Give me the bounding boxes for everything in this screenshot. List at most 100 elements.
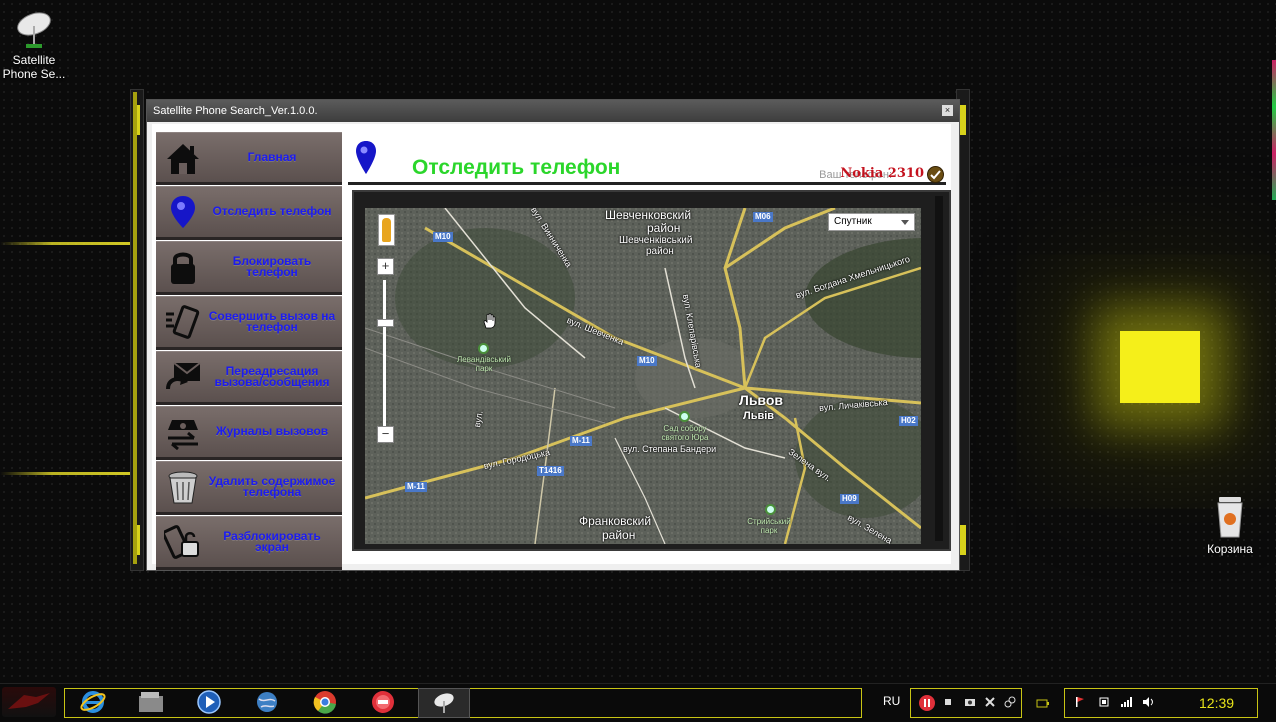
zoom-slider-track[interactable] xyxy=(383,280,386,430)
close-button[interactable]: × xyxy=(942,105,953,116)
taskbar-satellite-app-button[interactable] xyxy=(418,688,470,718)
road-badge: T1416 xyxy=(537,466,564,476)
road-badge: H09 xyxy=(840,494,859,504)
location-pin-icon xyxy=(356,141,376,174)
road-badge: M10 xyxy=(433,232,453,242)
satellite-dish-icon xyxy=(434,693,454,713)
map-panel: Шевченковский район Шевченківський район… xyxy=(352,190,951,551)
desktop-icon-recycle-bin[interactable]: Корзина xyxy=(1198,495,1262,556)
poi-marker[interactable] xyxy=(478,343,489,354)
sidebar-item-label: Главная xyxy=(247,150,297,164)
sidebar-item-label: Журналы вызовов xyxy=(215,424,329,438)
map-label-street: вул. Степана Бандери xyxy=(623,444,717,454)
sidebar-item-home[interactable]: Главная xyxy=(156,132,342,185)
zoom-out-button[interactable]: − xyxy=(377,426,394,443)
sidebar-item-track[interactable]: Отследить телефон xyxy=(156,186,342,240)
media-player-icon xyxy=(197,690,221,714)
taskbar: RU 12:39 xyxy=(0,683,1276,721)
poi-marker[interactable] xyxy=(765,504,776,515)
road-badge: H02 xyxy=(899,416,918,426)
zoom-in-button[interactable]: + xyxy=(377,258,394,275)
sidebar-item-label: Отследить телефон xyxy=(212,204,332,218)
map-label-district: Шевченківський xyxy=(619,235,693,246)
internet-explorer-icon xyxy=(80,691,106,713)
start-logo-icon xyxy=(8,693,50,709)
signal-icon[interactable] xyxy=(1120,696,1132,708)
taskbar-record-button[interactable] xyxy=(366,688,400,716)
page-header: Отследить телефон Ваш телефон: Nokia 231… xyxy=(348,132,946,185)
poi-label: Сад собору святого Юра xyxy=(661,424,709,442)
sidebar-item-label: Переадресация вызова/сообщения xyxy=(214,363,330,389)
home-icon xyxy=(167,144,199,174)
language-indicator[interactable]: RU xyxy=(883,694,900,708)
sidebar-item-label: Блокировать телефон xyxy=(232,253,312,279)
taskbar-ie-button[interactable] xyxy=(76,688,110,716)
poi-label: Левандівський парк xyxy=(457,355,511,373)
tools-icon[interactable] xyxy=(984,696,996,708)
map-label-district: Франковский xyxy=(579,514,652,528)
pause-icon[interactable] xyxy=(918,694,936,712)
trash-icon xyxy=(168,471,198,504)
desktop-icon-label: Satellite Phone Se... xyxy=(2,53,66,81)
hand-cursor-icon xyxy=(483,313,496,329)
sidebar-item-call-log[interactable]: Журналы вызовов xyxy=(156,406,342,460)
taskbar-network-button[interactable] xyxy=(250,688,284,716)
map-label-district: район xyxy=(646,246,674,257)
phone-model: Nokia 2310 xyxy=(840,166,924,181)
camera-icon[interactable] xyxy=(964,696,976,708)
action-center-flag-icon[interactable] xyxy=(1074,696,1086,708)
road-badge: M-11 xyxy=(570,436,592,446)
phone-call-icon xyxy=(166,305,200,339)
page-title: Отследить телефон xyxy=(412,156,621,179)
taskbar-clock[interactable]: 12:39 xyxy=(1199,695,1234,711)
desktop-icon-label: Корзина xyxy=(1207,542,1253,556)
call-log-icon xyxy=(168,420,198,450)
taskbar-explorer-button[interactable] xyxy=(134,688,168,716)
sidebar-item-unlock[interactable]: Разблокировать экран xyxy=(156,516,342,570)
map-label-district: район xyxy=(647,221,681,235)
recycle-bin-icon xyxy=(1217,497,1243,538)
file-explorer-icon xyxy=(139,692,163,712)
taskbar-chrome-button[interactable] xyxy=(308,688,342,716)
map-label-district: Шевченковский xyxy=(605,208,692,222)
sidebar-item-label: Разблокировать экран xyxy=(223,528,321,554)
poi-marker[interactable] xyxy=(679,411,690,422)
chrome-icon xyxy=(313,691,336,714)
sidebar-item-lock[interactable]: Блокировать телефон xyxy=(156,241,342,295)
stop-icon[interactable] xyxy=(942,696,954,708)
unlock-phone-icon xyxy=(164,525,199,559)
battery-icon[interactable] xyxy=(1036,696,1050,710)
satellite-dish-icon xyxy=(17,12,51,48)
map-label-city: Львів xyxy=(743,410,775,422)
right-edge-strip xyxy=(1272,60,1276,200)
satellite-map[interactable]: Шевченковский район Шевченківський район… xyxy=(365,208,921,544)
road-badge: M06 xyxy=(753,212,773,222)
start-button[interactable] xyxy=(2,687,56,717)
app-window: Satellite Phone Search_Ver.1.0.0. × Глав… xyxy=(146,99,960,571)
sidebar-item-forward[interactable]: Переадресация вызова/сообщения xyxy=(156,351,342,405)
map-label-city: Львов xyxy=(739,392,784,408)
map-label-district: район xyxy=(602,528,636,542)
street-view-pegman[interactable] xyxy=(378,214,395,246)
padlock-icon xyxy=(171,252,195,284)
sidebar-item-wipe[interactable]: Удалить содержимое телефона xyxy=(156,461,342,515)
desktop-icon-satellite[interactable]: Satellite Phone Se... xyxy=(0,10,68,81)
window-title: Satellite Phone Search_Ver.1.0.0. xyxy=(153,105,318,117)
sidebar-nav: Главная Отследить телефон Блокировать те… xyxy=(156,132,342,570)
forward-mail-icon xyxy=(166,362,201,390)
record-icon xyxy=(372,691,394,713)
yellow-glow-square xyxy=(1120,331,1200,403)
map-scrollbar[interactable] xyxy=(935,196,943,541)
sidebar-item-label: Совершить вызов на телефон xyxy=(208,308,336,334)
frame-rail-left xyxy=(133,92,141,564)
taskbar-media-player-button[interactable] xyxy=(192,688,226,716)
volume-icon[interactable] xyxy=(1142,696,1154,708)
device-icon[interactable] xyxy=(1098,696,1110,708)
sidebar-item-call[interactable]: Совершить вызов на телефон xyxy=(156,296,342,350)
link-icon[interactable] xyxy=(1004,696,1016,708)
window-titlebar[interactable]: Satellite Phone Search_Ver.1.0.0. × xyxy=(147,100,959,122)
zoom-slider-knob[interactable] xyxy=(377,319,394,327)
map-type-select[interactable]: Спутник xyxy=(828,213,915,231)
globe-icon xyxy=(257,692,277,712)
poi-label: Стрийський парк xyxy=(747,517,791,535)
